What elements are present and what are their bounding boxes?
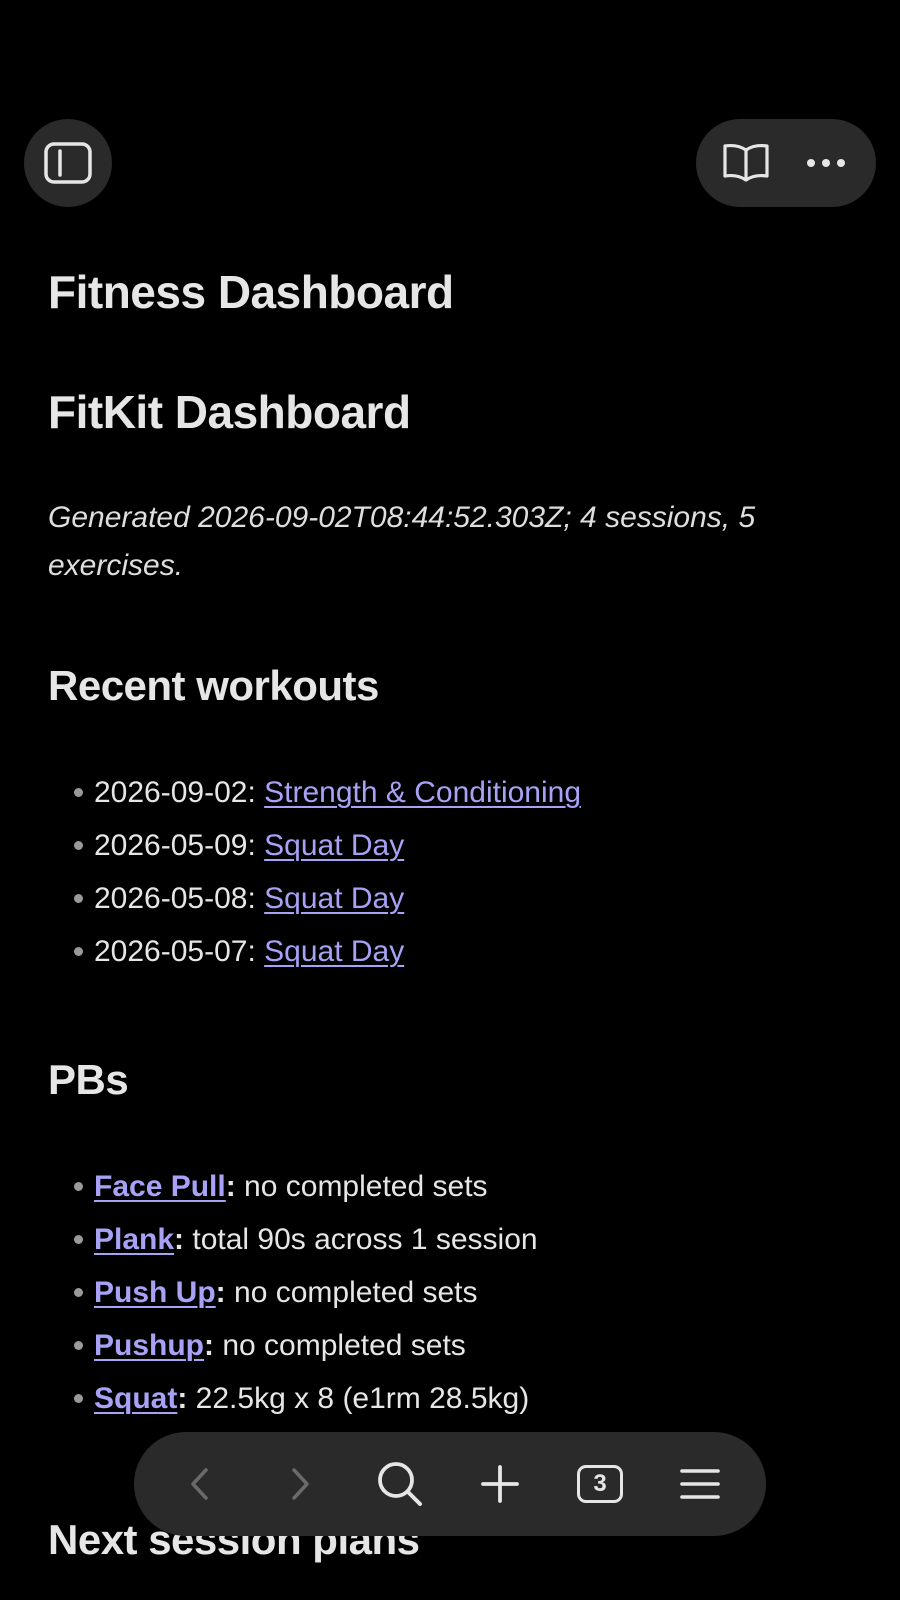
pbs-heading: PBs bbox=[48, 1056, 129, 1103]
tabs-icon: 3 bbox=[577, 1465, 623, 1503]
list-item: Face Pull: no completed sets bbox=[48, 1160, 858, 1213]
pb-detail: total 90s across 1 session bbox=[184, 1223, 538, 1256]
list-item: Pushup: no completed sets bbox=[48, 1319, 858, 1372]
colon: : bbox=[215, 1276, 226, 1309]
menu-button[interactable] bbox=[664, 1448, 736, 1520]
page-content: Fitness Dashboard FitKit Dashboard Gener… bbox=[48, 262, 858, 1425]
list-item: Squat: 22.5kg x 8 (e1rm 28.5kg) bbox=[48, 1372, 858, 1425]
generated-summary: Generated 2026-09-02T08:44:52.303Z; 4 se… bbox=[48, 501, 756, 582]
top-actions-pill bbox=[696, 119, 876, 207]
pb-detail: no completed sets bbox=[225, 1276, 478, 1309]
workout-date: 2026-05-08: bbox=[94, 882, 265, 915]
bullet-icon bbox=[74, 1341, 83, 1350]
workout-link[interactable]: Squat Day bbox=[264, 935, 404, 968]
list-item: 2026-09-02: Strength & Conditioning bbox=[48, 766, 858, 819]
more-button[interactable] bbox=[796, 133, 856, 193]
exercise-link[interactable]: Face Pull bbox=[94, 1170, 226, 1203]
exercise-link[interactable]: Pushup bbox=[94, 1329, 204, 1362]
bullet-icon bbox=[74, 1288, 83, 1297]
back-icon bbox=[191, 1468, 208, 1500]
bottom-toolbar: 3 bbox=[134, 1432, 766, 1536]
search-icon bbox=[378, 1462, 422, 1506]
colon: : bbox=[204, 1329, 214, 1362]
reader-button[interactable] bbox=[716, 133, 776, 193]
list-item: Plank: total 90s across 1 session bbox=[48, 1213, 858, 1266]
pb-detail: no completed sets bbox=[235, 1170, 488, 1203]
list-item: Push Up: no completed sets bbox=[48, 1266, 858, 1319]
pb-detail: 22.5kg x 8 (e1rm 28.5kg) bbox=[187, 1382, 530, 1415]
bullet-icon bbox=[74, 841, 83, 850]
bullet-icon bbox=[74, 788, 83, 797]
new-tab-button[interactable] bbox=[464, 1448, 536, 1520]
exercise-link[interactable]: Push Up bbox=[94, 1276, 216, 1309]
bullet-icon bbox=[74, 1394, 83, 1403]
workout-date: 2026-05-09: bbox=[94, 829, 265, 862]
recent-workouts-heading: Recent workouts bbox=[48, 662, 379, 709]
workout-link[interactable]: Squat Day bbox=[264, 882, 404, 915]
exercise-link[interactable]: Squat bbox=[94, 1382, 177, 1415]
pb-detail: no completed sets bbox=[214, 1329, 466, 1362]
workout-date: 2026-05-07: bbox=[94, 935, 265, 968]
book-icon bbox=[723, 144, 769, 182]
back-button[interactable] bbox=[164, 1448, 236, 1520]
recent-workouts-list: 2026-09-02: Strength & Conditioning 2026… bbox=[48, 766, 858, 978]
forward-button[interactable] bbox=[264, 1448, 336, 1520]
tabs-button[interactable]: 3 bbox=[564, 1448, 636, 1520]
workout-link[interactable]: Squat Day bbox=[264, 829, 404, 862]
search-button[interactable] bbox=[364, 1448, 436, 1520]
sidebar-icon bbox=[38, 133, 98, 193]
list-item: 2026-05-09: Squat Day bbox=[48, 819, 858, 872]
bullet-icon bbox=[74, 947, 83, 956]
bullet-icon bbox=[74, 1182, 83, 1191]
list-item: 2026-05-07: Squat Day bbox=[48, 925, 858, 978]
colon: : bbox=[174, 1223, 185, 1256]
pbs-list: Face Pull: no completed sets Plank: tota… bbox=[48, 1160, 858, 1425]
list-item: 2026-05-08: Squat Day bbox=[48, 872, 858, 925]
menu-icon bbox=[680, 1469, 720, 1499]
workout-date: 2026-09-02: bbox=[94, 776, 265, 809]
sidebar-button[interactable] bbox=[24, 119, 112, 207]
colon: : bbox=[177, 1382, 188, 1415]
bullet-icon bbox=[74, 894, 83, 903]
colon: : bbox=[225, 1170, 236, 1203]
bullet-icon bbox=[74, 1235, 83, 1244]
workout-link[interactable]: Strength & Conditioning bbox=[264, 776, 581, 809]
plus-icon bbox=[481, 1465, 519, 1503]
ellipsis-icon bbox=[807, 159, 845, 167]
exercise-link[interactable]: Plank bbox=[94, 1223, 174, 1256]
forward-icon bbox=[292, 1468, 309, 1500]
dashboard-heading: FitKit Dashboard bbox=[48, 386, 411, 438]
page-title: Fitness Dashboard bbox=[48, 266, 454, 318]
